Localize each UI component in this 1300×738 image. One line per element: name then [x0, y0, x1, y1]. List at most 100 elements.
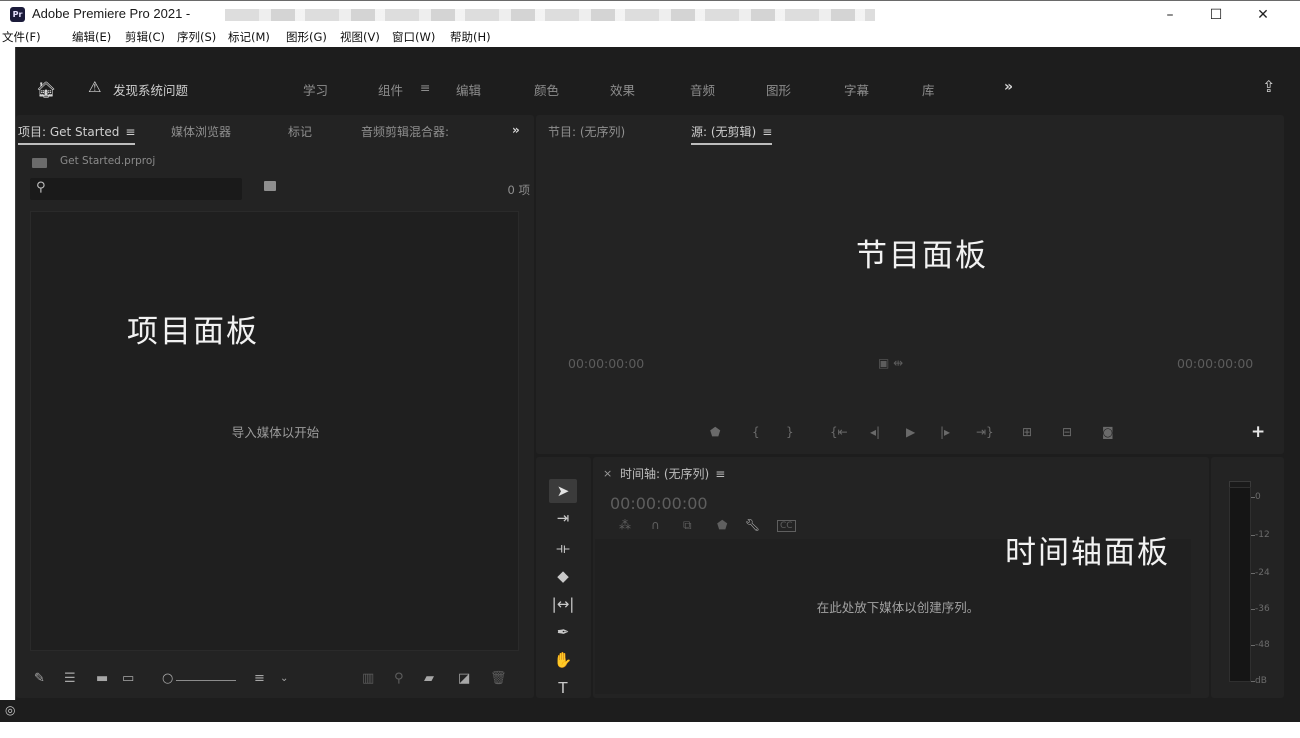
pencil-icon[interactable]: ✎	[34, 671, 45, 686]
razor-tool-icon[interactable]: ◆	[549, 567, 577, 585]
workspace-editing[interactable]: 编辑	[456, 80, 481, 99]
menu-graphics[interactable]: 图形(G)	[286, 29, 327, 45]
more-tabs-icon[interactable]: »	[512, 123, 520, 137]
camera-icon[interactable]: ◙	[1102, 425, 1114, 439]
snap-icon[interactable]: ∩	[651, 518, 660, 532]
step-forward-icon[interactable]: |▸	[940, 425, 950, 439]
menu-view[interactable]: 视图(V)	[340, 29, 380, 45]
add-marker-icon[interactable]: ⬟	[717, 518, 727, 532]
go-to-in-icon[interactable]: {⇤	[830, 425, 848, 439]
sort-dropdown-icon[interactable]: ⌄	[280, 673, 288, 684]
status-bar: ◎	[0, 700, 1300, 722]
workspace-bar: 🏠︎ ⚠ 发现系统问题 学习 组件 ≡ 编辑 颜色 效果 音频 图形 字幕 库 …	[16, 47, 1300, 113]
add-button-icon[interactable]: +	[1251, 422, 1265, 442]
selection-tool-icon[interactable]: ➤	[549, 479, 577, 503]
add-marker-icon[interactable]: ⬟	[710, 425, 720, 439]
menu-window[interactable]: 窗口(W)	[392, 29, 435, 45]
go-to-out-icon[interactable]: ⇥}	[976, 425, 994, 439]
new-item-icon[interactable]: ◪	[458, 671, 470, 686]
workspace-captions[interactable]: 字幕	[844, 80, 869, 99]
more-workspaces-icon[interactable]: »	[1004, 79, 1013, 95]
sort-icon[interactable]: ≡	[254, 671, 265, 686]
workspace-libraries[interactable]: 库	[922, 80, 935, 99]
tab-markers[interactable]: 标记	[288, 123, 312, 140]
workspace-learn[interactable]: 学习	[303, 80, 328, 99]
creative-cloud-icon[interactable]: ◎	[5, 703, 15, 717]
warning-icon[interactable]: ⚠	[88, 78, 101, 96]
tab-program-monitor[interactable]: 节目: (无序列)	[548, 123, 625, 140]
workspace-menu-icon[interactable]: ≡	[420, 80, 430, 95]
project-search-input[interactable]: ⚲	[30, 178, 242, 200]
menu-help[interactable]: 帮助(H)	[450, 29, 491, 45]
find-icon[interactable]: ⚲	[394, 671, 404, 686]
meter-label-0: 0	[1255, 492, 1261, 502]
list-view-icon[interactable]: ☰	[64, 671, 76, 686]
menu-clip[interactable]: 剪辑(C)	[125, 29, 165, 45]
monitor-panel: 节目: (无序列) 源: (无剪辑) ≡ 节目面板 00:00:00:00 ▣ ⇹…	[536, 115, 1284, 454]
tab-media-browser[interactable]: 媒体浏览器	[171, 123, 231, 140]
menu-edit[interactable]: 编辑(E)	[72, 29, 111, 45]
menu-file[interactable]: 文件(F)	[2, 29, 41, 45]
tab-audio-clip-mixer[interactable]: 音频剪辑混合器:	[361, 123, 449, 140]
step-back-icon[interactable]: ◂|	[870, 425, 880, 439]
pen-tool-icon[interactable]: ✒	[549, 623, 577, 641]
system-issue-link[interactable]: 发现系统问题	[113, 80, 188, 99]
wrench-icon[interactable]: 🔧︎	[745, 518, 760, 532]
panel-menu-icon[interactable]: ≡	[125, 125, 135, 139]
zoom-slider-track[interactable]	[176, 680, 236, 681]
trash-icon[interactable]: 🗑︎	[490, 671, 507, 686]
tab-project-label: 项目: Get Started	[18, 125, 120, 139]
workspace-assembly[interactable]: 组件	[378, 80, 403, 99]
workspace-graphics[interactable]: 图形	[766, 80, 791, 99]
project-bin-area[interactable]: 项目面板 导入媒体以开始	[30, 211, 519, 651]
minimize-button[interactable]: –	[1147, 4, 1193, 26]
window-title: Adobe Premiere Pro 2021 -	[32, 6, 191, 21]
new-bin-icon[interactable]: ▰	[424, 671, 434, 686]
workspace-color[interactable]: 颜色	[534, 80, 559, 99]
captions-icon[interactable]: CC	[777, 520, 796, 532]
overwrite-icon[interactable]: ⊟	[1062, 425, 1072, 439]
timeline-tab[interactable]: 时间轴: (无序列) ≡	[620, 465, 725, 482]
panel-menu-icon[interactable]: ≡	[715, 467, 725, 481]
workspace-effects[interactable]: 效果	[610, 80, 635, 99]
tab-source-monitor[interactable]: 源: (无剪辑) ≡	[691, 123, 773, 145]
play-icon[interactable]: ▶	[906, 425, 915, 439]
import-media-hint: 导入媒体以开始	[231, 425, 320, 440]
type-tool-icon[interactable]: T	[549, 679, 577, 697]
tab-source-label: 源: (无剪辑)	[691, 125, 757, 139]
ripple-edit-tool-icon[interactable]: ⟛	[549, 539, 577, 557]
menu-sequence[interactable]: 序列(S)	[177, 29, 216, 45]
mark-out-icon[interactable]: }	[786, 425, 794, 439]
panel-menu-icon[interactable]: ≡	[762, 125, 772, 139]
project-file-icon	[32, 158, 47, 168]
drag-video-icon[interactable]: ▣ ⇹	[878, 356, 903, 370]
program-panel-overlay-label: 节目面板	[856, 238, 988, 274]
timeline-timecode[interactable]: 00:00:00:00	[610, 494, 708, 513]
linked-selection-icon[interactable]: ⧉	[683, 518, 692, 533]
mark-in-icon[interactable]: {	[752, 425, 760, 439]
zoom-slider-handle[interactable]: ○	[162, 671, 173, 686]
audio-meter-bar	[1229, 487, 1251, 682]
meter-label-24: -24	[1255, 568, 1270, 578]
share-icon[interactable]: ⇪	[1262, 77, 1275, 96]
new-search-bin-icon[interactable]	[264, 181, 276, 191]
freeform-view-icon[interactable]: ▭	[122, 671, 134, 686]
track-select-tool-icon[interactable]: ⇥	[549, 509, 577, 527]
home-icon[interactable]: 🏠︎	[36, 80, 56, 99]
close-button[interactable]: ✕	[1240, 4, 1286, 26]
hand-tool-icon[interactable]: ✋	[549, 651, 577, 669]
timeline-panel-overlay-label: 时间轴面板	[1005, 535, 1170, 571]
automate-to-sequence-icon[interactable]: ▥	[362, 671, 374, 686]
maximize-button[interactable]: ☐	[1193, 4, 1239, 26]
insert-icon[interactable]: ⊞	[1022, 425, 1032, 439]
tab-project[interactable]: 项目: Get Started ≡	[18, 123, 136, 145]
nest-icon[interactable]: ⁂	[619, 518, 631, 532]
slip-tool-icon[interactable]: |↔|	[549, 595, 577, 613]
source-timecode[interactable]: 00:00:00:00	[568, 356, 644, 371]
menu-bar: 文件(F) 编辑(E) 剪辑(C) 序列(S) 标记(M) 图形(G) 视图(V…	[0, 28, 1300, 47]
icon-view-icon[interactable]: ▬	[96, 671, 108, 686]
close-timeline-icon[interactable]: ×	[603, 467, 612, 480]
project-panel: 项目: Get Started ≡ 媒体浏览器 标记 音频剪辑混合器: » Get…	[16, 115, 534, 698]
menu-marker[interactable]: 标记(M)	[228, 29, 270, 45]
workspace-audio[interactable]: 音频	[690, 80, 715, 99]
